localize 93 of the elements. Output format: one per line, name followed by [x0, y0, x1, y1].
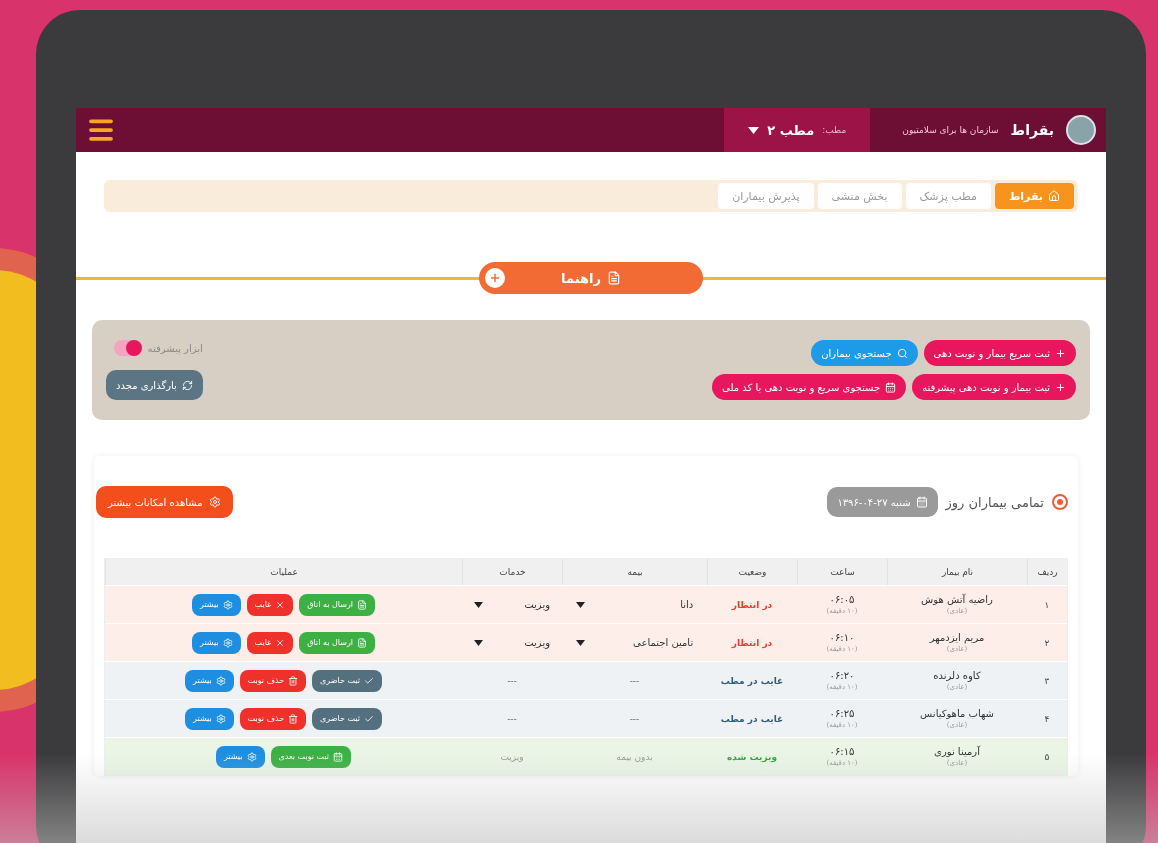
- status-text: ویزیت شده: [727, 751, 777, 762]
- patient-name: کاوه دلرنده: [933, 670, 981, 681]
- trash-icon: [288, 713, 299, 724]
- logo-icon: [1066, 115, 1096, 145]
- patient-name: شهاب ماهوکیانس: [920, 708, 994, 719]
- insurance-text: ---: [629, 675, 640, 686]
- check-icon: [363, 713, 374, 724]
- brand-tagline: سازمان ها برای سلامتیون: [902, 125, 999, 135]
- action-button[interactable]: جستجوی بیماران: [811, 340, 918, 366]
- row-action-button[interactable]: حذف نوبت: [239, 707, 307, 730]
- caret-icon: [575, 639, 585, 646]
- row-action-button[interactable]: ثبت حاضری: [312, 707, 382, 730]
- date-button[interactable]: شنبه ۲۷-۰۴-۱۳۹۶: [827, 487, 938, 517]
- radio-button[interactable]: [1052, 494, 1068, 510]
- row-action-button[interactable]: ارسال به اتاق: [299, 631, 376, 654]
- appointment-time: ۰۶:۱۰: [829, 632, 855, 643]
- breadcrumb-link[interactable]: پذیرش بیماران: [718, 183, 814, 209]
- status-text: در انتظار: [731, 637, 773, 648]
- row-action-button[interactable]: بیشتر: [185, 707, 234, 730]
- row-action-button[interactable]: ارسال به اتاق: [299, 593, 376, 616]
- document-icon: [357, 637, 368, 648]
- action-button[interactable]: ثبت بیمار و نوبت دهی پیشرفته: [912, 374, 1076, 400]
- document-icon: [357, 599, 368, 610]
- row-action-button[interactable]: بیشتر: [215, 745, 265, 768]
- plus-icon: [1055, 381, 1066, 393]
- gear-icon: [208, 496, 221, 508]
- service-select[interactable]: ویزیت: [466, 631, 558, 654]
- row-action-button[interactable]: ثبت حاضری: [312, 669, 382, 692]
- service-select[interactable]: ویزیت: [466, 593, 558, 616]
- patient-name: مریم ایزدمهر: [929, 632, 985, 643]
- gear-icon: [246, 751, 257, 762]
- home-icon: [1048, 190, 1060, 202]
- service-text: ---: [507, 713, 517, 724]
- row-number: ۵: [1043, 750, 1051, 764]
- appointment-time: ۰۶:۱۵: [829, 746, 855, 757]
- breadcrumb-link[interactable]: مطب پزشک: [905, 183, 991, 209]
- appointment-time: ۰۶:۲۵: [829, 708, 855, 719]
- row-action-button[interactable]: بیشتر: [192, 593, 241, 616]
- action-button[interactable]: ثبت سریع بیمار و نوبت دهی: [923, 340, 1076, 366]
- row-action-button[interactable]: بیشتر: [185, 669, 234, 692]
- check-icon: [363, 675, 374, 686]
- caret-icon: [474, 639, 483, 646]
- insurance-text: ---: [629, 713, 640, 724]
- plus-icon: [485, 268, 505, 288]
- calendar-icon: [915, 496, 928, 508]
- caret-icon: [575, 601, 585, 608]
- status-text: در انتظار: [731, 599, 773, 610]
- appointment-time: ۰۶:۲۰: [829, 670, 855, 681]
- status-text: غایب در مطب: [720, 675, 784, 686]
- caret-icon: [748, 126, 760, 134]
- service-text: ویزیت: [500, 751, 524, 762]
- appointment-time: ۰۶:۰۵: [829, 594, 855, 605]
- toggle-label: ابزار پیشرفته: [147, 342, 203, 354]
- gear-icon: [215, 675, 226, 686]
- row-action-button[interactable]: ثبت نوبت بعدی: [270, 745, 352, 768]
- close-icon: [275, 599, 286, 610]
- document-icon: [606, 271, 621, 285]
- row-action-button[interactable]: غایب: [246, 593, 294, 616]
- more-features-button[interactable]: مشاهده امکانات بیشتر: [96, 486, 233, 518]
- status-text: غایب در مطب: [720, 713, 784, 724]
- insurance-text: بدون بیمه: [616, 751, 653, 762]
- row-number: ۳: [1043, 674, 1051, 688]
- gear-icon: [222, 637, 233, 648]
- calendar-icon: [333, 751, 344, 762]
- breadcrumb-link[interactable]: بخش منشی: [817, 183, 902, 209]
- action-button[interactable]: جستجوی سریع و نوبت دهی با کد ملی: [712, 374, 907, 400]
- trash-icon: [288, 675, 299, 686]
- clinic-selector[interactable]: مطب: مطب ۲: [724, 108, 871, 152]
- service-text: ---: [507, 675, 517, 686]
- breadcrumb-link[interactable]: بقراط: [994, 183, 1074, 209]
- guide-button[interactable]: راهنما: [479, 262, 703, 294]
- calendar-icon: [885, 381, 897, 393]
- row-action-button[interactable]: غایب: [246, 631, 294, 654]
- row-action-button[interactable]: حذف نوبت: [239, 669, 307, 692]
- toggle-switch[interactable]: [113, 340, 142, 356]
- row-action-button[interactable]: بیشتر: [192, 631, 241, 654]
- gear-icon: [222, 599, 233, 610]
- insurance-select[interactable]: تامین اجتماعی: [567, 631, 702, 654]
- row-number: ۲: [1043, 636, 1051, 650]
- filter-label: تمامی بیماران روز: [945, 494, 1044, 510]
- gear-icon: [215, 713, 226, 724]
- refresh-icon: [181, 379, 193, 391]
- insurance-select[interactable]: دانا: [567, 593, 702, 616]
- brand-name: بقراط: [1010, 122, 1054, 138]
- caret-icon: [474, 601, 483, 608]
- row-number: ۴: [1043, 712, 1051, 726]
- close-icon: [275, 637, 286, 648]
- reload-button[interactable]: بارگذاری مجدد: [106, 370, 203, 400]
- row-number: ۱: [1043, 598, 1051, 612]
- patient-name: راضیه آتش هوش: [921, 594, 993, 605]
- patient-name: آرمینا نوری: [934, 746, 980, 757]
- search-icon: [896, 347, 908, 359]
- plus-icon: [1055, 347, 1066, 359]
